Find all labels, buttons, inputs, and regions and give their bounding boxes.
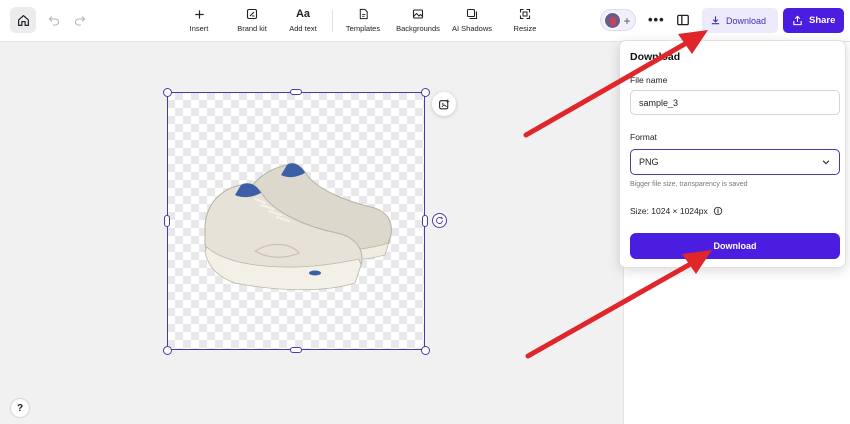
templates-tool[interactable]: Templates [343, 6, 383, 36]
size-text: Size: 1024 × 1024px [630, 206, 708, 216]
avatar[interactable] [604, 12, 621, 29]
tool-label: Insert [189, 24, 209, 33]
insert-tool[interactable]: Insert [188, 6, 210, 36]
download-button-top[interactable]: Download [702, 8, 778, 33]
brand-kit-tool[interactable]: Brand kit [234, 6, 270, 36]
share-icon [793, 15, 802, 26]
undo-icon [48, 16, 59, 26]
tool-label: AI Shadows [451, 24, 493, 33]
resize-handle-bottom-left[interactable] [163, 346, 172, 355]
download-icon [711, 16, 720, 25]
format-hint: Bigger file size, transparency is saved [630, 181, 748, 188]
chevron-down-icon [822, 160, 830, 165]
ai-shadows-icon [466, 8, 478, 20]
toolbar-divider [332, 10, 333, 32]
backgrounds-tool[interactable]: Backgrounds [393, 6, 443, 36]
resize-handle-top-right[interactable] [421, 88, 430, 97]
download-button-label: Download [713, 241, 757, 251]
add-collaborator-icon[interactable]: + [620, 12, 634, 29]
size-info: Size: 1024 × 1024px [630, 206, 723, 216]
brand-kit-icon [246, 8, 258, 20]
ai-edit-button[interactable] [432, 92, 456, 116]
resize-handle-right[interactable] [422, 215, 428, 227]
tool-label: Backgrounds [396, 24, 440, 33]
resize-icon [519, 8, 531, 20]
templates-icon [359, 8, 368, 20]
download-button[interactable]: Download [630, 233, 840, 259]
redo-button[interactable] [72, 12, 88, 28]
plus-icon [194, 9, 204, 19]
more-options-icon[interactable]: ••• [648, 12, 665, 27]
rotate-handle[interactable] [432, 213, 447, 228]
top-toolbar: Insert Brand kit Aa Add text Templates B… [0, 0, 850, 42]
panel-toggle-icon[interactable] [676, 13, 690, 27]
resize-handle-top-left[interactable] [163, 88, 172, 97]
tool-label: Brand kit [237, 24, 267, 33]
info-icon[interactable] [713, 206, 723, 216]
format-select[interactable]: PNG [630, 149, 840, 175]
format-value: PNG [639, 157, 659, 167]
resize-tool[interactable]: Resize [512, 6, 538, 36]
text-icon: Aa [295, 8, 311, 20]
collaborators[interactable]: + [600, 9, 636, 31]
tool-label: Add text [289, 24, 317, 33]
undo-button[interactable] [46, 12, 62, 28]
redo-icon [75, 16, 86, 26]
backgrounds-icon [412, 9, 424, 19]
tool-label: Resize [513, 24, 537, 33]
share-button[interactable]: Share [783, 8, 844, 33]
download-panel-title: Download [630, 51, 681, 63]
help-button[interactable]: ? [10, 398, 30, 418]
magic-edit-icon [438, 98, 450, 109]
rotate-icon [436, 216, 443, 224]
file-name-label: File name [630, 75, 668, 85]
file-name-input[interactable] [630, 90, 840, 115]
resize-handle-bottom-right[interactable] [421, 346, 430, 355]
download-label: Download [726, 15, 767, 26]
share-label: Share [809, 15, 836, 26]
ai-shadows-tool[interactable]: AI Shadows [451, 6, 493, 36]
home-icon [17, 14, 29, 26]
home-button[interactable] [10, 7, 36, 33]
resize-handle-bottom[interactable] [290, 347, 302, 353]
selection-frame [167, 92, 425, 350]
resize-handle-top[interactable] [290, 89, 302, 95]
add-text-tool[interactable]: Aa Add text [287, 6, 319, 36]
tool-label: Templates [345, 24, 381, 33]
resize-handle-left[interactable] [164, 215, 170, 227]
format-label: Format [630, 132, 657, 142]
download-panel: Download File name Format PNG Bigger fil… [619, 40, 846, 268]
